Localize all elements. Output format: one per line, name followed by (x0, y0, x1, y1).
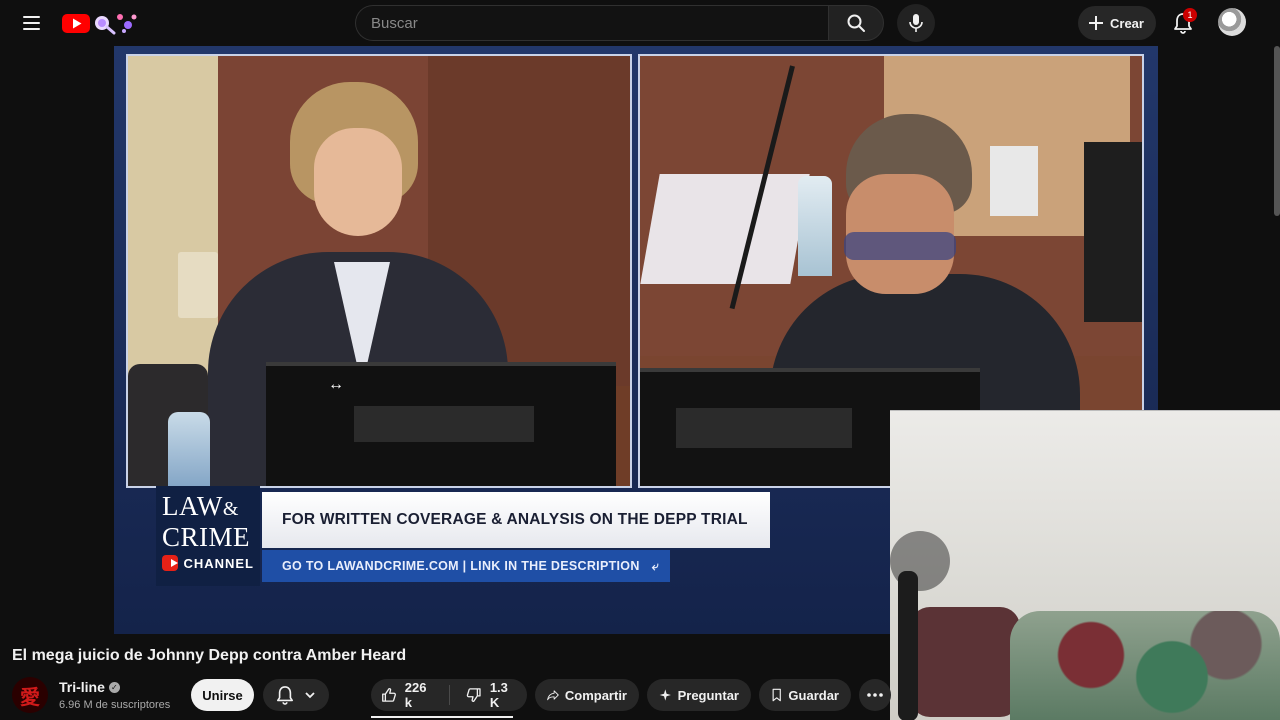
channel-name-row[interactable]: Tri-line ✓ (59, 679, 120, 695)
dislike-count: 1.3 K (489, 680, 508, 710)
save-label: Guardar (788, 687, 839, 703)
menu-icon-line (22, 28, 40, 30)
stack-of-papers (640, 174, 810, 284)
mic-icon (909, 14, 923, 32)
wall (128, 56, 218, 386)
webcam-overlay (890, 410, 1280, 720)
logo-word-law: LAW (162, 491, 223, 521)
divider (449, 685, 451, 705)
logo-word-channel: CHANNEL (183, 555, 254, 571)
like-ratio-bar (371, 716, 513, 718)
more-icon (867, 693, 883, 697)
attorney-shirt (990, 146, 1038, 216)
verified-icon: ✓ (108, 681, 120, 693)
search-input[interactable] (356, 6, 829, 40)
lower-third-subline-text: GO TO LAWANDCRIME.COM | LINK IN THE DESC… (282, 559, 640, 573)
create-button[interactable]: Crear (1078, 6, 1156, 40)
courtroom-camera-left (126, 54, 632, 488)
youtube-mini-icon (162, 555, 179, 571)
voice-search-button[interactable] (897, 4, 935, 42)
notification-count-badge: 1 (1183, 8, 1197, 22)
dislike-button[interactable]: 1.3 K (456, 679, 527, 711)
more-actions-button[interactable] (859, 679, 891, 711)
join-button[interactable]: Unirse (191, 679, 254, 711)
law-and-crime-logo: LAW& CRIME CHANNEL (156, 486, 260, 586)
witness-face (314, 128, 402, 236)
like-count: 226 k (404, 680, 427, 710)
share-button[interactable]: Compartir (535, 679, 639, 711)
water-bottle (798, 176, 832, 276)
video-title: El mega juicio de Johnny Depp contra Amb… (12, 647, 407, 664)
bell-icon (276, 686, 294, 705)
top-bar: Crear 1 (0, 0, 1280, 46)
lower-third-subline: GO TO LAWANDCRIME.COM | LINK IN THE DESC… (262, 550, 670, 582)
plus-icon (1089, 16, 1103, 30)
tinted-glasses (844, 232, 956, 260)
create-label: Crear (1110, 15, 1144, 31)
webcam-pillow (910, 607, 1020, 717)
monitor-stand (354, 406, 534, 442)
sparkle-icon (659, 689, 671, 701)
scrollbar-thumb[interactable] (1274, 46, 1280, 216)
like-dislike-group: 226 k 1.3 K (371, 679, 527, 711)
lower-third-headline: FOR WRITTEN COVERAGE & ANALYSIS ON THE D… (262, 492, 770, 548)
menu-icon-line (22, 22, 40, 24)
account-avatar[interactable] (1218, 8, 1246, 36)
webcam-blanket (1010, 611, 1280, 720)
menu-icon-line (22, 16, 40, 18)
share-label: Compartir (564, 687, 627, 703)
logo-line-law: LAW& (162, 492, 254, 523)
laptop (1084, 142, 1142, 322)
return-arrow-icon: ⤶ (651, 558, 659, 573)
water-bottle (168, 412, 210, 486)
like-icon (382, 688, 396, 702)
save-button[interactable]: Guardar (759, 679, 851, 711)
ask-label: Preguntar (677, 687, 739, 703)
dislike-icon (466, 688, 481, 702)
channel-avatar[interactable]: 愛 (12, 677, 48, 713)
logo-channel-row: CHANNEL (162, 555, 254, 571)
webcam-microphone (898, 571, 918, 720)
logo-ampersand: & (222, 498, 239, 520)
chevron-down-icon (305, 692, 315, 699)
wall-switch-plate (178, 252, 218, 318)
menu-button[interactable] (14, 6, 48, 40)
bookmark-icon (772, 688, 781, 702)
subscription-bell-button[interactable] (263, 679, 329, 711)
share-icon (547, 690, 559, 701)
search-box[interactable] (355, 5, 829, 41)
monitor (266, 362, 616, 486)
youtube-logo[interactable] (62, 9, 140, 37)
like-button[interactable]: 226 k (371, 679, 443, 711)
resize-cursor-icon: ↔ (328, 376, 344, 393)
search-button[interactable] (828, 5, 884, 41)
monitor-stand (676, 408, 852, 448)
search-icon (847, 14, 865, 32)
logo-word-crime: CRIME (162, 522, 251, 552)
ask-button[interactable]: Preguntar (647, 679, 751, 711)
subscriber-count: 6.96 M de suscriptores (59, 699, 171, 711)
channel-name[interactable]: Tri-line (59, 679, 105, 695)
